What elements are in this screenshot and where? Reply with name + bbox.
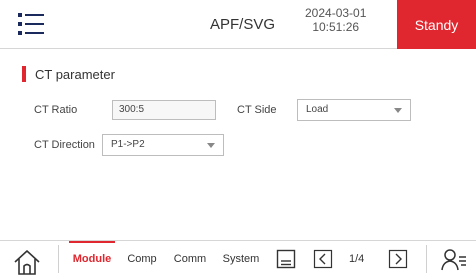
tab-comp[interactable]: Comp: [122, 241, 162, 276]
next-page-icon: [388, 249, 408, 269]
chevron-down-icon: [207, 143, 215, 148]
section-accent-bar: [22, 66, 26, 82]
ct-ratio-input[interactable]: 300:5: [112, 100, 216, 120]
divider: [426, 245, 427, 273]
ct-direction-label: CT Direction: [34, 139, 95, 151]
ct-direction-select[interactable]: P1->P2: [102, 134, 224, 156]
divider: [58, 245, 59, 273]
next-page-button[interactable]: [388, 249, 408, 274]
menu-button[interactable]: [14, 6, 50, 42]
save-icon: [276, 249, 296, 269]
ct-direction-value: P1->P2: [111, 139, 145, 150]
save-button[interactable]: [276, 249, 296, 274]
time-text: 10:51:26: [312, 20, 360, 34]
user-settings-icon: [441, 249, 466, 271]
prev-page-icon: [313, 249, 333, 269]
tab-comm[interactable]: Comm: [169, 241, 211, 276]
ct-side-value: Load: [306, 104, 329, 115]
menu-list-icon: [18, 13, 44, 35]
section-header: CT parameter: [22, 66, 115, 82]
ct-side-label: CT Side: [237, 104, 277, 116]
chevron-down-icon: [394, 108, 402, 113]
status-button[interactable]: Standy: [397, 0, 476, 49]
page-indicator: 1/4: [349, 253, 365, 265]
home-icon: [14, 250, 40, 275]
ct-side-select[interactable]: Load: [297, 99, 411, 121]
top-bar: APF/SVG 2024-03-01 10:51:26 Standy: [0, 0, 476, 49]
prev-page-button[interactable]: [313, 249, 333, 274]
ct-ratio-label: CT Ratio: [34, 104, 78, 116]
tab-module[interactable]: Module: [69, 241, 115, 276]
section-title: CT parameter: [35, 66, 115, 82]
app-title: APF/SVG: [210, 16, 276, 33]
tab-system[interactable]: System: [217, 241, 265, 276]
date-text: 2024-03-01: [305, 6, 367, 20]
user-settings-button[interactable]: [441, 247, 467, 276]
home-button[interactable]: [12, 247, 42, 275]
bottom-bar: Module Comp Comm System 1/4: [0, 240, 476, 276]
datetime-display: 2024-03-01 10:51:26: [305, 6, 366, 34]
